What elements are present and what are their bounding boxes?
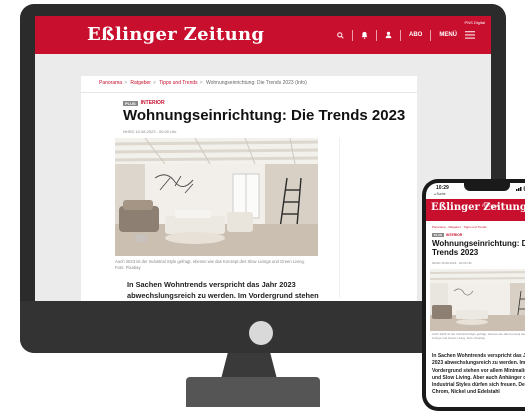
breadcrumb-item[interactable]: Tipps und Trends bbox=[159, 80, 197, 86]
site-logo[interactable]: Eßlinger Zeitung bbox=[87, 24, 264, 45]
kicker-label: INTERIOR bbox=[446, 233, 462, 237]
smartphone: 10:29 ◂ Suche Eßlinger Zeitung PNS Digit… bbox=[422, 179, 525, 411]
breadcrumb-divider bbox=[81, 92, 417, 93]
search-icon[interactable] bbox=[337, 32, 344, 39]
phone-article-photo[interactable] bbox=[430, 269, 525, 331]
breadcrumb-item[interactable]: Ratgeber bbox=[130, 80, 151, 86]
article-date: NHSD 10.08.2023 - 00:00 Uhr bbox=[123, 129, 177, 134]
sidebar-divider bbox=[339, 138, 340, 298]
article-photo[interactable] bbox=[115, 138, 318, 256]
header-actions: ABO MENÜ bbox=[337, 16, 475, 54]
article-headline: Wohnungseinrichtung: Die Trends 2023 bbox=[123, 107, 405, 124]
bell-icon[interactable] bbox=[361, 31, 368, 39]
plus-badge: PLUS bbox=[432, 233, 444, 237]
phone-back-link[interactable]: ◂ Suche bbox=[434, 192, 446, 196]
divider bbox=[352, 30, 353, 41]
monitor-neck bbox=[221, 353, 277, 379]
divider bbox=[430, 30, 431, 41]
article-lead: In Sachen Wohntrends verspricht das Jahr… bbox=[127, 280, 327, 301]
phone-notch bbox=[464, 183, 510, 191]
phone-screen: 10:29 ◂ Suche Eßlinger Zeitung PNS Digit… bbox=[426, 183, 525, 407]
article-container: Panorama> Ratgeber> Tipps und Trends> Wo… bbox=[81, 76, 417, 301]
breadcrumb: Panorama> Ratgeber> Tipps und Trends> Wo… bbox=[99, 80, 307, 86]
phone-kicker: PLUS INTERIOR bbox=[432, 233, 462, 237]
hamburger-icon[interactable] bbox=[465, 31, 475, 39]
divider bbox=[376, 30, 377, 41]
photo-caption: Auch 2023 ist der Industrial Style gefra… bbox=[115, 259, 311, 272]
phone-breadcrumb[interactable]: Panorama · Ratgeber · Tipps und Trends bbox=[432, 225, 487, 229]
abo-link[interactable]: ABO bbox=[409, 32, 422, 38]
phone-headline: Wohnungseinrichtung: Die Trends 2023 bbox=[432, 239, 525, 257]
site-header: Eßlinger Zeitung PNS Digital ABO MENÜ bbox=[35, 16, 491, 54]
phone-photo-caption: Auch 2023 ist der Industrial Style gefra… bbox=[432, 332, 525, 340]
phone-header: Eßlinger Zeitung PNS Digital bbox=[426, 199, 525, 221]
signal-icon bbox=[516, 186, 525, 192]
phone-edition-tag: PNS Digital bbox=[482, 204, 498, 208]
breadcrumb-item[interactable]: Panorama bbox=[99, 80, 122, 86]
plus-badge: PLUS bbox=[123, 101, 138, 106]
power-button bbox=[249, 321, 273, 345]
phone-date: NHSD 10.08.2023 - 00:00 Uhr bbox=[432, 261, 472, 265]
kicker-label: INTERIOR bbox=[141, 100, 165, 106]
user-icon[interactable] bbox=[385, 31, 392, 39]
phone-time: 10:29 bbox=[436, 185, 449, 191]
divider bbox=[400, 30, 401, 41]
phone-article-lead: In Sachen Wohntrends verspricht das Jahr… bbox=[432, 353, 525, 397]
menu-label[interactable]: MENÜ bbox=[439, 32, 457, 38]
monitor-stand bbox=[186, 377, 320, 407]
article-kicker: PLUS INTERIOR bbox=[123, 100, 165, 106]
phone-logo[interactable]: Eßlinger Zeitung bbox=[431, 202, 525, 213]
breadcrumb-current: Wohnungseinrichtung: Die Trends 2023 (In… bbox=[206, 80, 307, 86]
